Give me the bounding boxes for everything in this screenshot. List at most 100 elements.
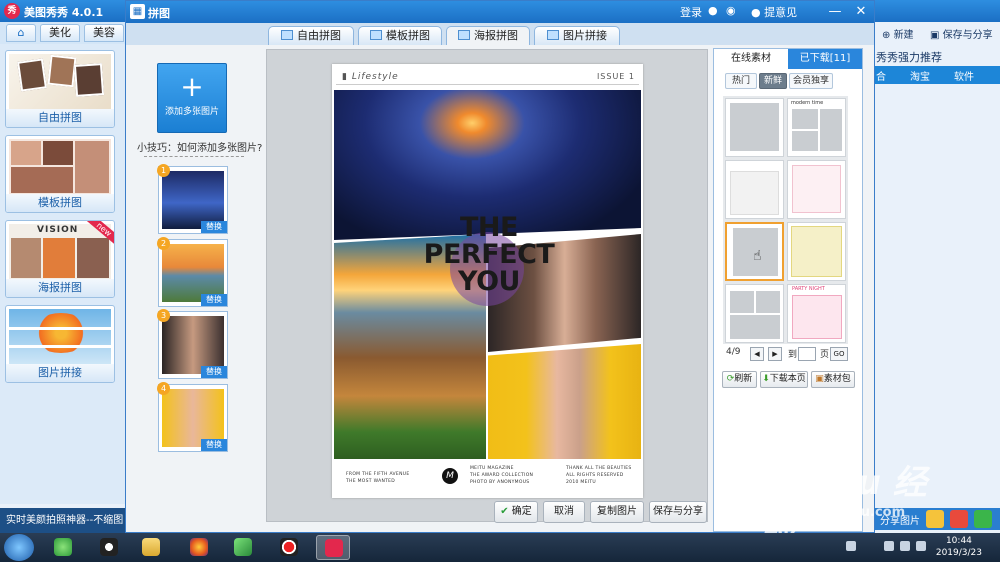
- recommend-title: 秀秀强力推荐: [876, 51, 942, 64]
- slot-4-replace-button[interactable]: 替换: [201, 439, 227, 451]
- add-photos-button[interactable]: + 添加多张图片: [157, 63, 227, 133]
- image-stitch-icon: [547, 30, 559, 40]
- tray-volume-icon[interactable]: [916, 541, 926, 551]
- poster-photo-portrait-2[interactable]: [488, 344, 641, 459]
- template-item[interactable]: [787, 160, 846, 219]
- close-button[interactable]: ✕: [852, 3, 870, 21]
- feature-free-collage[interactable]: 自由拼图: [5, 50, 115, 128]
- tray-flag-icon[interactable]: [884, 541, 894, 551]
- slot-1-replace-button[interactable]: 替换: [201, 221, 227, 233]
- tip-link[interactable]: 小技巧：如何添加多张图片?: [137, 139, 262, 154]
- tray-keyboard-icon[interactable]: [846, 541, 856, 551]
- status-bar-text[interactable]: 实时美颜拍照神器--不缩图: [0, 508, 125, 533]
- copy-image-button[interactable]: 复制图片: [590, 501, 644, 523]
- tab-poster-collage[interactable]: 海报拼图: [446, 26, 530, 45]
- footer-right-3: 2010 MEITU: [566, 480, 596, 485]
- minimize-button[interactable]: —: [826, 3, 844, 21]
- template-item[interactable]: [725, 284, 784, 343]
- save-share-button[interactable]: 保存与分享: [649, 501, 707, 523]
- goto-label: 到: [788, 350, 798, 360]
- template-item[interactable]: [787, 222, 846, 281]
- tab-image-stitch[interactable]: 图片拼接: [534, 26, 620, 45]
- download-page-button[interactable]: ⬇下载本页: [760, 371, 808, 388]
- recommend-tab-software[interactable]: 软件: [954, 68, 974, 83]
- download-icon: ⬇: [762, 374, 770, 384]
- collage-mode-tabs: 自由拼图 模板拼图 海报拼图 图片拼接: [126, 23, 874, 45]
- tab-template-collage-label: 模板拼图: [386, 29, 430, 42]
- photo-slot-1[interactable]: 1 替换: [157, 164, 228, 234]
- slot-1-number: 1: [157, 164, 170, 177]
- photo-slot-3[interactable]: 3 替换: [157, 309, 228, 379]
- subtab-vip[interactable]: 会员独享: [789, 73, 833, 89]
- taskbar-clock[interactable]: 10:44 2019/3/23: [936, 535, 982, 559]
- photo-slots-panel: + 添加多张图片 小技巧：如何添加多张图片? 1 替换 2 替换 3 替换 4 …: [126, 45, 266, 532]
- template-item[interactable]: PARTY NIGHT: [787, 284, 846, 343]
- subtab-hot[interactable]: 热门: [725, 73, 757, 89]
- free-collage-label: 自由拼图: [6, 109, 114, 127]
- taskbar-app-firefox[interactable]: [182, 535, 216, 560]
- slot-3-replace-button[interactable]: 替换: [201, 366, 227, 378]
- template-item[interactable]: modern time: [787, 98, 846, 157]
- tab-online-material[interactable]: 在线素材: [714, 49, 788, 69]
- start-button-icon[interactable]: [4, 534, 34, 561]
- qq-icon[interactable]: ●: [708, 4, 718, 17]
- plus-icon[interactable]: [974, 510, 992, 528]
- template-item[interactable]: [725, 160, 784, 219]
- footer-right-2: ALL RIGHTS RESERVED: [566, 473, 624, 478]
- home-tab[interactable]: ⌂: [6, 24, 36, 42]
- login-link[interactable]: 登录: [680, 4, 702, 20]
- browser-icon: [54, 538, 72, 556]
- poster-preview[interactable]: ▮ Lifestyle ISSUE 1 THE PERFECT YOU FROM…: [332, 64, 643, 498]
- magazine-logo: M: [442, 468, 458, 484]
- poster-section-text: Lifestyle: [351, 72, 399, 82]
- tab-beautify[interactable]: 美化: [40, 24, 80, 42]
- material-pack-button[interactable]: ▣素材包: [811, 371, 855, 388]
- next-page-button[interactable]: ▶: [768, 347, 782, 361]
- tab-free-collage[interactable]: 自由拼图: [268, 26, 354, 45]
- save-share-main-button[interactable]: ▣ 保存与分享: [930, 26, 993, 41]
- tray-network-icon[interactable]: [900, 541, 910, 551]
- template-collage-thumb: [9, 139, 111, 195]
- refresh-button[interactable]: ⟳刷新: [722, 371, 757, 388]
- subtab-fresh[interactable]: 新鲜: [759, 73, 787, 89]
- page-input[interactable]: [798, 347, 816, 361]
- dialog-title: 拼图: [148, 7, 170, 20]
- recommend-tab-taobao[interactable]: 淘宝: [910, 68, 930, 83]
- poster-canvas-area: ▮ Lifestyle ISSUE 1 THE PERFECT YOU FROM…: [266, 49, 708, 522]
- feature-image-stitch[interactable]: 图片拼接: [5, 305, 115, 383]
- photo-slot-2[interactable]: 2 替换: [157, 237, 228, 307]
- tab-makeup[interactable]: 美容: [84, 24, 124, 42]
- weibo-login-icon[interactable]: ◉: [726, 4, 736, 17]
- taskbar-app-recorder[interactable]: [272, 535, 306, 560]
- folder-icon: [142, 538, 160, 556]
- go-button[interactable]: GO: [830, 347, 848, 361]
- player-icon: [234, 538, 252, 556]
- footer-right-1: THANK ALL THE BEAUTIES: [566, 466, 632, 471]
- feedback-link[interactable]: ● 提意见: [751, 4, 797, 20]
- slot-4-number: 4: [157, 382, 170, 395]
- recommend-tab-1[interactable]: 合: [876, 68, 886, 83]
- main-tabs: ⌂ 美化 美容: [0, 22, 125, 44]
- tab-template-collage[interactable]: 模板拼图: [358, 26, 442, 45]
- template-item-selected[interactable]: ☝: [725, 222, 784, 281]
- footer-left-2: THE MOST WANTED: [346, 479, 396, 484]
- taskbar-app-browser[interactable]: [46, 535, 80, 560]
- cancel-button[interactable]: 取消: [543, 501, 585, 523]
- taskbar-app-player[interactable]: [226, 535, 260, 560]
- poster-section-label: ▮ Lifestyle: [342, 72, 399, 82]
- taskbar-app-qq[interactable]: [92, 535, 126, 560]
- photo-slot-4[interactable]: 4 替换: [157, 382, 228, 452]
- new-button[interactable]: ⊕ 新建: [882, 26, 914, 41]
- confirm-button[interactable]: ✔ 确定: [494, 501, 538, 523]
- prev-page-button[interactable]: ◀: [750, 347, 764, 361]
- poster-issue: ISSUE 1: [596, 72, 635, 81]
- feature-poster-collage[interactable]: VISION new 海报拼图: [5, 220, 115, 298]
- template-item[interactable]: [725, 98, 784, 157]
- feature-template-collage[interactable]: 模板拼图: [5, 135, 115, 213]
- clock-time: 10:44: [945, 536, 972, 546]
- slot-2-replace-button[interactable]: 替换: [201, 294, 227, 306]
- tab-downloaded[interactable]: 已下载[11]: [788, 49, 862, 69]
- taskbar-app-meitu[interactable]: [316, 535, 350, 560]
- poster-collage-icon: [458, 30, 470, 40]
- taskbar-app-explorer[interactable]: [134, 535, 168, 560]
